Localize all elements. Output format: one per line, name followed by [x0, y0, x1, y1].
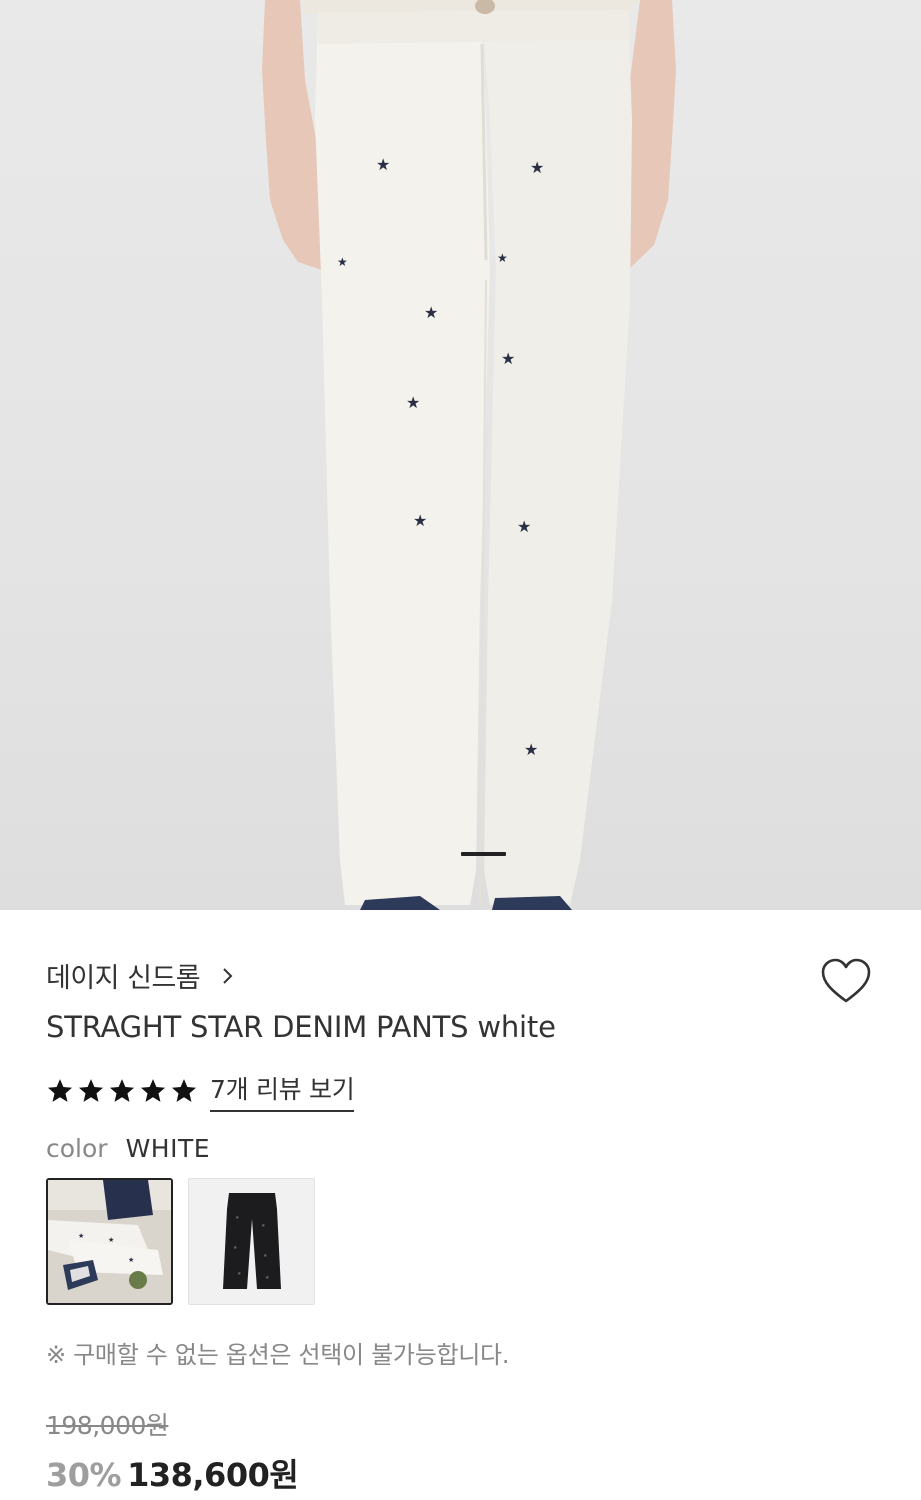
svg-text:★: ★ [413, 511, 427, 530]
color-swatch-white[interactable]: ★ ★ ★ [46, 1178, 173, 1305]
sale-price: 138,600원 [127, 1456, 299, 1494]
svg-text:★: ★ [235, 1215, 240, 1221]
original-price: 198,000원 [46, 1411, 169, 1440]
svg-text:★: ★ [128, 1256, 134, 1264]
svg-text:★: ★ [524, 740, 538, 759]
svg-text:★: ★ [108, 1236, 114, 1244]
svg-text:★: ★ [497, 251, 508, 265]
star-icon [78, 1079, 104, 1102]
color-value: WHITE [125, 1134, 211, 1163]
carousel-indicator [461, 852, 506, 856]
svg-text:★: ★ [376, 155, 390, 174]
svg-text:★: ★ [517, 517, 531, 536]
review-link[interactable]: 7개 리뷰 보기 [210, 1070, 355, 1112]
product-photo[interactable]: ★ ★ ★ ★ ★ ★ ★ ★ ★ ★ [0, 0, 921, 910]
discount-rate: 30% [46, 1456, 122, 1494]
svg-text:★: ★ [263, 1253, 268, 1259]
heart-outline-icon[interactable] [819, 955, 873, 1009]
svg-text:★: ★ [78, 1232, 84, 1240]
model-wearing-pants-image: ★ ★ ★ ★ ★ ★ ★ ★ ★ ★ [262, 0, 676, 910]
white-pants-thumbnail: ★ ★ ★ [48, 1180, 171, 1303]
svg-text:★: ★ [424, 303, 438, 322]
color-option: color WHITE [46, 1134, 210, 1163]
color-swatch-black[interactable]: ★ ★ ★ ★ ★ ★ [188, 1178, 315, 1305]
svg-text:★: ★ [406, 393, 420, 412]
price-row: 30% 138,600원 [46, 1450, 299, 1496]
svg-text:★: ★ [233, 1245, 238, 1251]
black-pants-thumbnail: ★ ★ ★ ★ ★ ★ [189, 1179, 314, 1304]
star-icon [47, 1079, 73, 1102]
star-icon [171, 1079, 197, 1102]
brand-name: 데이지 신드롬 [46, 963, 201, 994]
svg-text:★: ★ [501, 349, 515, 368]
color-label: color [46, 1134, 108, 1163]
svg-text:★: ★ [237, 1271, 242, 1277]
option-notice: ※ 구매할 수 없는 옵션은 선택이 불가능합니다. [46, 1341, 510, 1369]
brand-link[interactable]: 데이지 신드롬 [46, 956, 242, 995]
product-title: STRAGHT STAR DENIM PANTS white [46, 1010, 556, 1044]
star-icon [109, 1079, 135, 1102]
svg-text:★: ★ [261, 1223, 266, 1229]
star-rating [46, 1077, 198, 1105]
chevron-right-icon [223, 967, 233, 984]
svg-text:★: ★ [337, 255, 348, 269]
svg-text:★: ★ [265, 1275, 270, 1281]
svg-text:★: ★ [530, 158, 544, 177]
star-icon [140, 1079, 166, 1102]
rating-row: 7개 리뷰 보기 [46, 1070, 355, 1112]
